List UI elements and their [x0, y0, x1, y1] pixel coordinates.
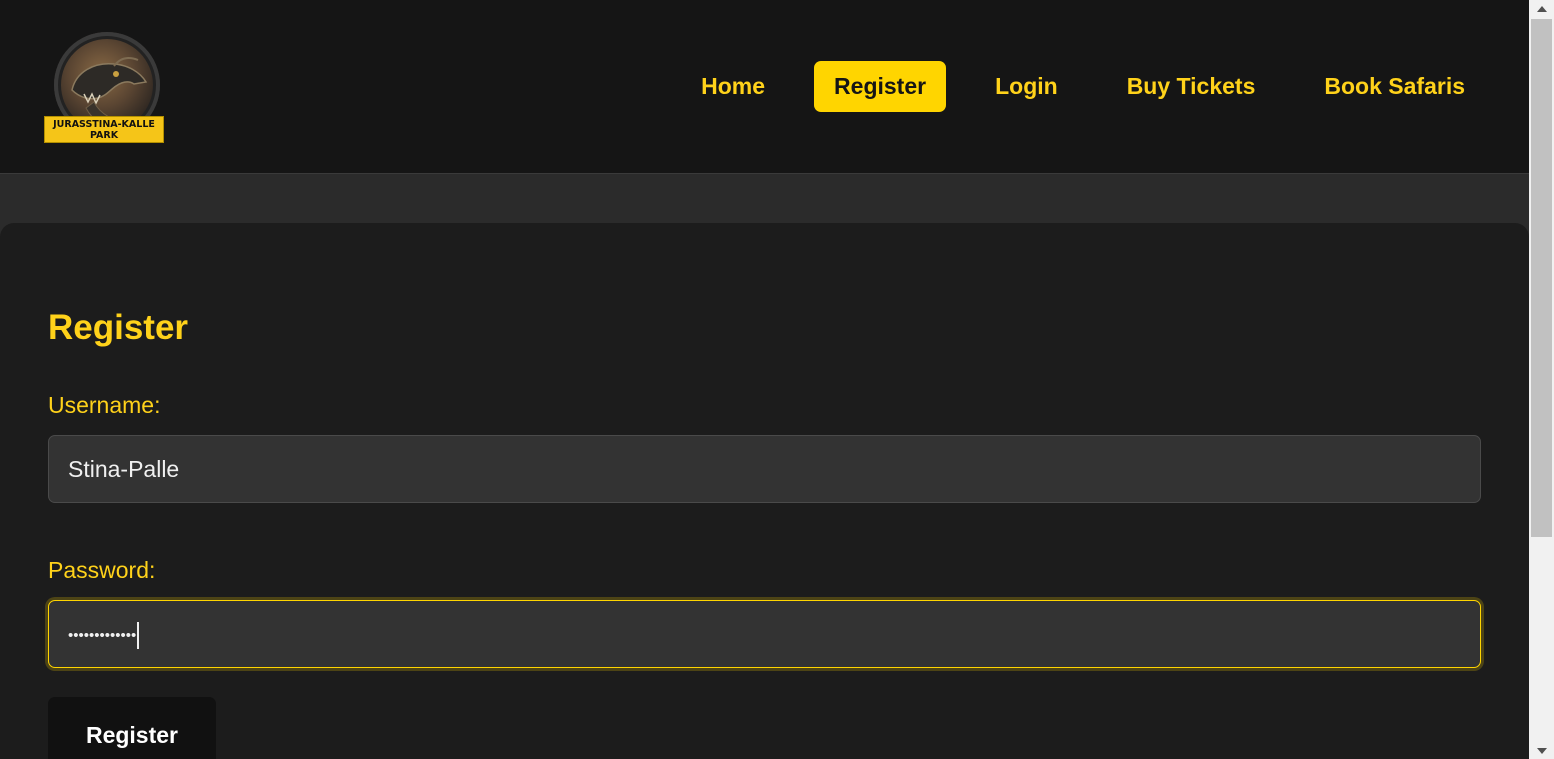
nav-home[interactable]: Home	[681, 61, 785, 112]
main-nav: Home Register Login Buy Tickets Book Saf…	[652, 61, 1485, 112]
logo-text-line2: PARK	[89, 130, 119, 141]
password-label: Password:	[48, 557, 156, 583]
username-value: Stina-Palle	[68, 456, 180, 482]
username-input[interactable]: Stina-Palle	[48, 435, 1481, 503]
username-label: Username:	[48, 392, 161, 418]
logo-plate: JURASSTINA-KALLE PARK	[44, 116, 164, 143]
logo-text-line1: JURASSTINA-KALLE	[53, 119, 155, 130]
nav-login[interactable]: Login	[975, 61, 1078, 112]
password-input[interactable]: •••••••••••••	[48, 600, 1481, 668]
text-caret	[137, 622, 140, 650]
page-title: Register	[48, 308, 189, 347]
scrollbar-thumb[interactable]	[1531, 19, 1552, 537]
nav-register[interactable]: Register	[814, 61, 947, 112]
site-header: JURASSTINA-KALLE PARK Home Register Logi…	[0, 0, 1529, 174]
vertical-scrollbar[interactable]	[1529, 0, 1554, 759]
register-submit-button[interactable]: Register	[48, 697, 216, 759]
scroll-down-arrow-icon[interactable]	[1529, 742, 1554, 759]
park-logo[interactable]: JURASSTINA-KALLE PARK	[44, 30, 164, 144]
scroll-up-arrow-icon[interactable]	[1529, 0, 1554, 17]
nav-buy-tickets[interactable]: Buy Tickets	[1107, 61, 1276, 112]
nav-book-safaris[interactable]: Book Safaris	[1304, 61, 1485, 112]
password-value: •••••••••••••	[68, 626, 137, 644]
page: JURASSTINA-KALLE PARK Home Register Logi…	[0, 0, 1529, 759]
